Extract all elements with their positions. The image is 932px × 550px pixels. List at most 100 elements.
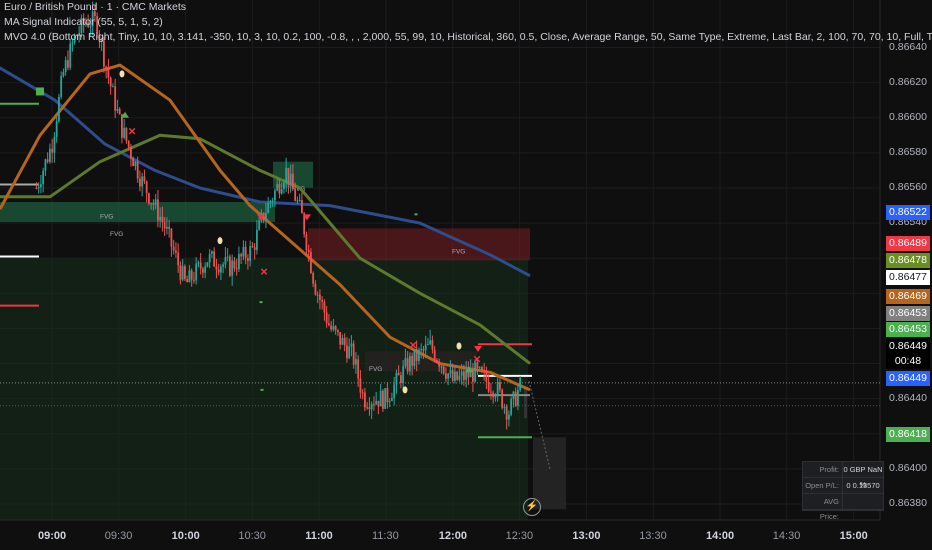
candle-body	[386, 388, 389, 403]
candle-body	[379, 390, 382, 407]
candle-body	[105, 66, 108, 69]
x-tick-label: 09:00	[38, 530, 67, 542]
candle-body	[55, 121, 58, 137]
candle-body	[172, 246, 175, 251]
candle-body	[58, 96, 60, 122]
candle-body	[397, 372, 400, 376]
candle-body	[197, 262, 200, 264]
candle-body	[271, 200, 274, 202]
candle-body	[269, 201, 272, 203]
fvg-zones: FVGFVGFVGFVGFVG	[0, 102, 880, 520]
y-tick-label: 0.86620	[889, 75, 927, 88]
candle-body	[159, 216, 162, 221]
candle-body	[512, 391, 515, 399]
candle-body	[352, 343, 355, 365]
candle-body	[53, 136, 56, 153]
candle-body	[136, 161, 139, 179]
candle-body	[278, 184, 281, 194]
candle-body	[391, 397, 393, 401]
candle-body	[190, 270, 193, 280]
candle-body	[112, 86, 114, 88]
fvg-zone	[308, 228, 530, 261]
candle-body	[231, 260, 234, 276]
candle-body	[321, 299, 324, 302]
candle-body	[249, 246, 252, 261]
price-label: 00:48	[886, 354, 930, 369]
candle-body	[289, 173, 292, 185]
projection-zone	[533, 437, 566, 510]
symbol-title[interactable]: Euro / British Pound · 1 · CMC Markets	[4, 0, 932, 15]
candle-body	[433, 349, 436, 360]
info-label: Profit:	[803, 462, 843, 477]
candle-body	[402, 366, 405, 383]
candle-body	[177, 252, 180, 266]
x-tick-label: 15:00	[839, 530, 868, 542]
candle-body	[109, 77, 112, 87]
mvo-indicator-label[interactable]: MVO 4.0 (Bottom Right, Tiny, 10, 10, 3.1…	[4, 30, 932, 45]
candle-body	[154, 199, 157, 205]
hand-marker	[119, 70, 125, 78]
sell-cross-marker: ×	[128, 123, 136, 138]
candle-body	[283, 182, 285, 190]
candle-body	[296, 200, 299, 202]
x-tick-label: 13:30	[639, 530, 667, 542]
position-info-box: Profit: 0 GBP NaN % Open P/L: 0 0.13570 AVG …	[802, 461, 884, 521]
info-value	[843, 494, 883, 509]
candle-body	[339, 331, 342, 345]
candle-body	[499, 382, 501, 390]
candle-body	[314, 283, 317, 295]
sell-cross-marker: ×	[260, 264, 268, 279]
candle-body	[49, 148, 51, 162]
candle-body	[244, 246, 247, 259]
candle-body	[127, 140, 130, 147]
candle-body	[460, 371, 463, 376]
projection-zone	[524, 388, 527, 419]
info-row: Profit: 0 GBP NaN %	[803, 462, 883, 489]
candle-body	[163, 222, 166, 229]
candle-body	[490, 391, 492, 393]
candle-body	[195, 263, 198, 281]
price-chart[interactable]: FVGFVGFVGFVGFVG × × × ×	[0, 0, 932, 550]
lightning-icon[interactable]: ⚡	[523, 498, 541, 516]
candle-body	[458, 375, 461, 380]
candle-body	[334, 326, 337, 330]
candle-body	[247, 258, 249, 261]
x-tick-label: 12:00	[438, 530, 467, 542]
candle-body	[193, 279, 195, 281]
candle-body	[168, 226, 171, 229]
info-label: AVG Price:	[803, 494, 843, 521]
candle-body	[285, 167, 288, 183]
candle-body	[253, 247, 256, 250]
x-tick-label: 12:30	[505, 530, 534, 542]
candle-body	[485, 372, 488, 382]
x-tick-label: 14:30	[772, 530, 801, 542]
info-value: 0 GBP NaN %	[843, 465, 883, 489]
sell-cross-marker: ×	[409, 338, 417, 353]
candle-body	[62, 72, 65, 77]
y-tick-label: 0.86580	[889, 145, 927, 158]
candle-body	[463, 371, 465, 380]
candle-body	[179, 265, 182, 280]
candle-body	[330, 325, 333, 330]
candle-body	[418, 349, 420, 361]
hand-marker	[402, 386, 408, 394]
candle-body	[451, 370, 454, 381]
candle-body	[267, 202, 270, 213]
x-tick-label: 10:00	[171, 530, 200, 542]
candle-body	[181, 266, 184, 280]
candle-body	[395, 372, 398, 385]
sell-cross-marker: ×	[473, 352, 481, 367]
candle-body	[152, 203, 155, 205]
candle-body	[388, 400, 391, 403]
candle-body	[240, 253, 243, 257]
candle-body	[37, 187, 40, 189]
candle-body	[496, 382, 499, 397]
candle-body	[206, 262, 209, 267]
candle-body	[265, 212, 267, 220]
candle-body	[328, 323, 330, 326]
price-label: 0.86449	[886, 371, 930, 386]
candle-body	[503, 406, 506, 408]
candle-body	[357, 359, 360, 379]
candle-body	[373, 403, 375, 405]
ma-signal-indicator-label[interactable]: MA Signal Indicator (55, 5, 1, 5, 2)	[4, 15, 932, 30]
